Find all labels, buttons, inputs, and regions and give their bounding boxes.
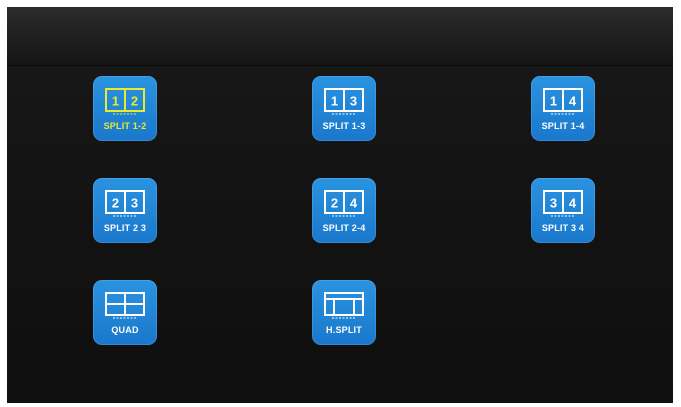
pane-2-digit: 3 xyxy=(131,196,138,211)
pane-1-digit: 2 xyxy=(331,196,338,211)
split-1-2-icon: 1 2 xyxy=(105,88,145,115)
split-2-3-icon: 2 3 xyxy=(105,190,145,217)
layout-label: SPLIT 1-3 xyxy=(322,121,366,131)
layout-label: QUAD xyxy=(111,325,139,335)
h-split-icon xyxy=(324,292,364,319)
split-1-3-icon: 1 3 xyxy=(324,88,364,115)
split-3-4-icon: 3 4 xyxy=(543,190,583,217)
split-1-4-icon: 1 4 xyxy=(543,88,583,115)
layout-split-1-3-button[interactable]: 1 3 SPLIT 1-3 xyxy=(312,76,376,141)
layout-label: SPLIT 3 4 xyxy=(541,223,585,233)
layout-quad-button[interactable]: QUAD xyxy=(93,280,157,345)
layout-label: SPLIT 2 3 xyxy=(103,223,147,233)
layout-label: SPLIT 2-4 xyxy=(322,223,366,233)
pane-2-digit: 3 xyxy=(350,94,357,109)
pane-2-digit: 2 xyxy=(131,94,138,109)
layout-h-split-button[interactable]: H.SPLIT xyxy=(312,280,376,345)
layout-split-1-4-button[interactable]: 1 4 SPLIT 1-4 xyxy=(531,76,595,141)
layout-split-1-2-button[interactable]: 1 2 SPLIT 1-2 xyxy=(93,76,157,141)
layout-split-3-4-button[interactable]: 3 4 SPLIT 3 4 xyxy=(531,178,595,243)
layout-label: SPLIT 1-4 xyxy=(541,121,585,131)
display-layout-screen: 1 2 SPLIT 1-2 1 3 SPLIT 1-3 1 4 SPLIT 1-… xyxy=(7,7,673,403)
pane-1-digit: 1 xyxy=(331,94,338,109)
pane-1-digit: 1 xyxy=(112,94,119,109)
pane-1-digit: 1 xyxy=(550,94,557,109)
pane-1-digit: 2 xyxy=(112,196,119,211)
pane-2-digit: 4 xyxy=(569,94,577,109)
pane-2-digit: 4 xyxy=(569,196,577,211)
layout-split-2-3-button[interactable]: 2 3 SPLIT 2 3 xyxy=(93,178,157,243)
layout-label: SPLIT 1-2 xyxy=(103,121,147,131)
layout-split-2-4-button[interactable]: 2 4 SPLIT 2-4 xyxy=(312,178,376,243)
quad-icon xyxy=(105,292,145,319)
layout-label: H.SPLIT xyxy=(326,325,362,335)
header-bar xyxy=(7,7,673,66)
pane-1-digit: 3 xyxy=(550,196,557,211)
pane-2-digit: 4 xyxy=(350,196,358,211)
split-2-4-icon: 2 4 xyxy=(324,190,364,217)
